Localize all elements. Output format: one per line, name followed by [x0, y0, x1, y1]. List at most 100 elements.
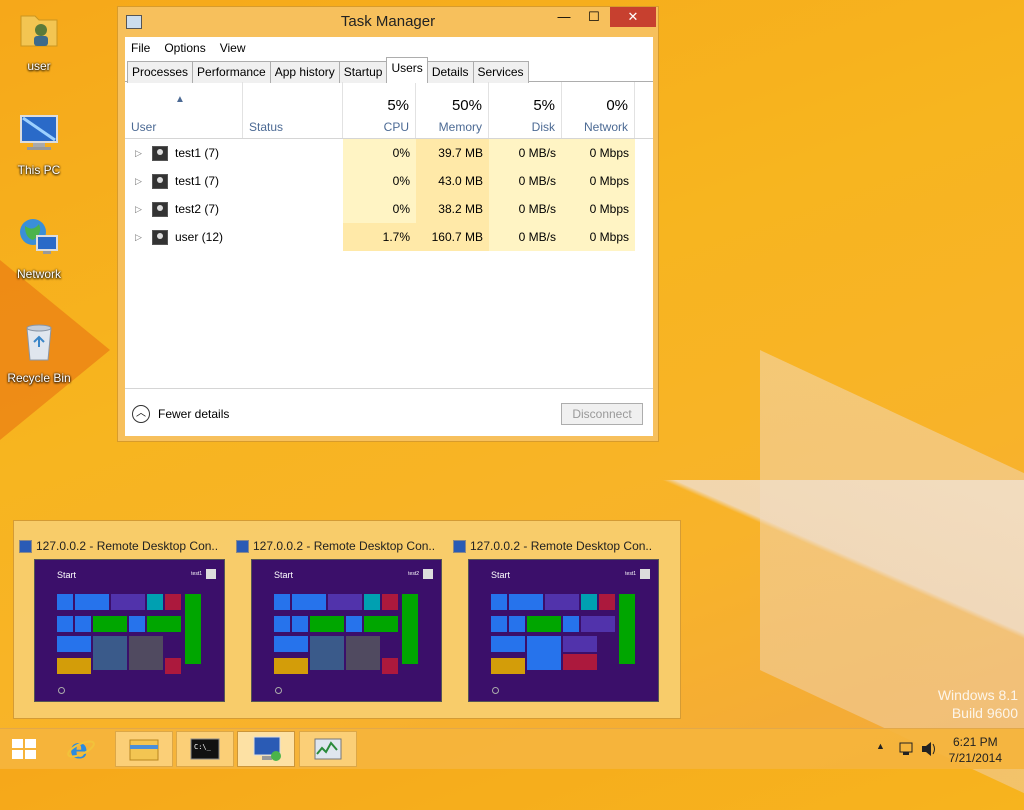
tab-processes[interactable]: Processes — [127, 61, 194, 83]
desktop-icon-network[interactable]: Network — [1, 216, 77, 281]
desktop-icon-this-pc[interactable]: This PC — [1, 112, 77, 177]
desktop-icon-label: This PC — [17, 163, 61, 177]
thumbnail-title: 127.0.0.2 - Remote Desktop Con... — [236, 539, 436, 554]
column-header-status[interactable]: Status — [243, 82, 343, 138]
disconnect-button[interactable]: Disconnect — [561, 403, 643, 425]
user-folder-icon — [20, 15, 58, 47]
network-globe-icon — [20, 219, 58, 254]
tab-users[interactable]: Users — [386, 57, 428, 83]
svg-text:C:\_: C:\_ — [194, 743, 212, 751]
user-name: test1 (7) — [175, 146, 220, 160]
expand-arrow-icon[interactable]: ▷ — [135, 223, 142, 251]
minimize-button[interactable]: — — [550, 7, 578, 27]
remote-desktop-icon — [19, 540, 32, 554]
column-header-memory[interactable]: 50% Memory — [416, 82, 489, 138]
cpu-value: 0% — [392, 202, 410, 216]
table-row[interactable]: ▷ test2 (7) 0% 38.2 MB 0 MB/s 0 Mbps — [125, 195, 653, 223]
table-row[interactable]: ▷ test1 (7) 0% 39.7 MB 0 MB/s 0 Mbps — [125, 139, 653, 167]
taskbar-thumbnail-popup: 127.0.0.2 - Remote Desktop Con... Start … — [13, 520, 681, 719]
start-screen-preview: Start test1 — [34, 559, 225, 702]
column-percent: 5% — [387, 97, 409, 114]
memory-value: 38.2 MB — [438, 202, 483, 216]
tab-details[interactable]: Details — [426, 61, 474, 83]
tab-startup[interactable]: Startup — [338, 61, 388, 83]
memory-value: 43.0 MB — [438, 174, 483, 188]
table-row[interactable]: ▷ user (12) 1.7% 160.7 MB 0 MB/s 0 Mbps — [125, 223, 653, 251]
tab-performance[interactable]: Performance — [192, 61, 271, 83]
task-manager-window[interactable]: Task Manager — ☐ ✕ File Options View Pro… — [117, 6, 659, 442]
computer-icon — [20, 115, 58, 150]
desktop-icon-label: user — [27, 59, 51, 73]
volume-icon[interactable] — [920, 729, 940, 769]
expand-arrow-icon[interactable]: ▷ — [135, 195, 142, 223]
network-value: 0 Mbps — [589, 174, 629, 188]
column-header-network[interactable]: 0% Network — [562, 82, 635, 138]
cpu-value: 0% — [392, 146, 410, 160]
maximize-button[interactable]: ☐ — [580, 7, 608, 27]
clock-time: 6:21 PM — [952, 735, 998, 749]
thumbnail-title: 127.0.0.2 - Remote Desktop Con... — [453, 539, 653, 554]
fewer-details-link[interactable]: ︿ Fewer details — [132, 405, 229, 423]
down-arrow-icon — [58, 687, 65, 694]
desktop-icon-user[interactable]: user — [1, 8, 77, 73]
menu-options[interactable]: Options — [164, 41, 205, 55]
desktop-icon-label: Network — [16, 267, 61, 281]
column-label: Network — [583, 120, 628, 134]
cpu-value: 1.7% — [382, 230, 410, 244]
menu-bar: File Options View — [125, 37, 653, 59]
tab-services[interactable]: Services — [472, 61, 529, 83]
disk-value: 0 MB/s — [518, 174, 556, 188]
column-header-user[interactable]: ▲ User — [125, 82, 243, 138]
thumbnail-title-text: 127.0.0.2 - Remote Desktop Con... — [470, 539, 653, 553]
remote-desktop-thumbnail[interactable]: 127.0.0.2 - Remote Desktop Con... Start … — [448, 521, 659, 711]
cpu-value: 0% — [392, 174, 410, 188]
clock-date: 7/21/2014 — [948, 751, 1002, 765]
start-screen-preview: Start test2 — [251, 559, 442, 702]
remote-desktop-icon — [236, 540, 249, 554]
memory-value: 160.7 MB — [431, 230, 483, 244]
system-clock[interactable]: 6:21 PM 7/21/2014 — [949, 734, 1002, 766]
column-header-cpu[interactable]: 5% CPU — [343, 82, 416, 138]
tab-app-history[interactable]: App history — [269, 61, 340, 83]
memory-value: 39.7 MB — [438, 146, 483, 160]
avatar — [640, 569, 650, 579]
network-value: 0 Mbps — [589, 146, 629, 160]
task-manager-client: File Options View Processes Performance … — [125, 37, 653, 436]
user-icon — [152, 174, 168, 189]
desktop-icon-recycle-bin[interactable]: Recycle Bin — [1, 320, 77, 385]
file-explorer-icon[interactable] — [115, 731, 173, 767]
remote-desktop-icon — [453, 540, 466, 554]
start-user-label: test1 — [625, 571, 636, 577]
user-name: test1 (7) — [175, 174, 220, 188]
column-label: User — [131, 120, 157, 134]
network-value: 0 Mbps — [589, 230, 629, 244]
expand-arrow-icon[interactable]: ▷ — [135, 167, 142, 195]
expand-arrow-icon[interactable]: ▷ — [135, 139, 142, 167]
start-label: Start — [274, 570, 294, 580]
avatar — [423, 569, 433, 579]
desktop-icon-label: Recycle Bin — [7, 371, 71, 385]
thumbnail-title-text: 127.0.0.2 - Remote Desktop Con... — [36, 539, 219, 553]
start-screen-preview: Start test1 — [468, 559, 659, 702]
menu-file[interactable]: File — [131, 41, 150, 55]
start-label: Start — [57, 570, 77, 580]
remote-desktop-thumbnail[interactable]: 127.0.0.2 - Remote Desktop Con... Start … — [14, 521, 225, 711]
disk-value: 0 MB/s — [518, 230, 556, 244]
menu-view[interactable]: View — [220, 41, 246, 55]
column-label: CPU — [383, 120, 409, 134]
task-manager-icon[interactable] — [299, 731, 357, 767]
internet-explorer-icon[interactable]: e — [52, 731, 110, 767]
close-button[interactable]: ✕ — [610, 7, 656, 27]
start-icon[interactable] — [12, 739, 38, 761]
start-user-label: test1 — [191, 571, 202, 577]
title-bar[interactable]: Task Manager — ☐ ✕ — [118, 7, 658, 35]
watermark-line: Windows 8.1 — [937, 687, 1018, 703]
remote-desktop-icon[interactable] — [237, 731, 295, 767]
thumbnail-title: 127.0.0.2 - Remote Desktop Con... — [19, 539, 219, 554]
command-prompt-icon[interactable]: C:\_ — [176, 731, 234, 767]
column-header-disk[interactable]: 5% Disk — [489, 82, 562, 138]
remote-desktop-thumbnail[interactable]: 127.0.0.2 - Remote Desktop Con... Start … — [231, 521, 442, 711]
table-row[interactable]: ▷ test1 (7) 0% 43.0 MB 0 MB/s 0 Mbps — [125, 167, 653, 195]
network-icon[interactable] — [898, 729, 914, 769]
column-label: Disk — [531, 120, 555, 134]
